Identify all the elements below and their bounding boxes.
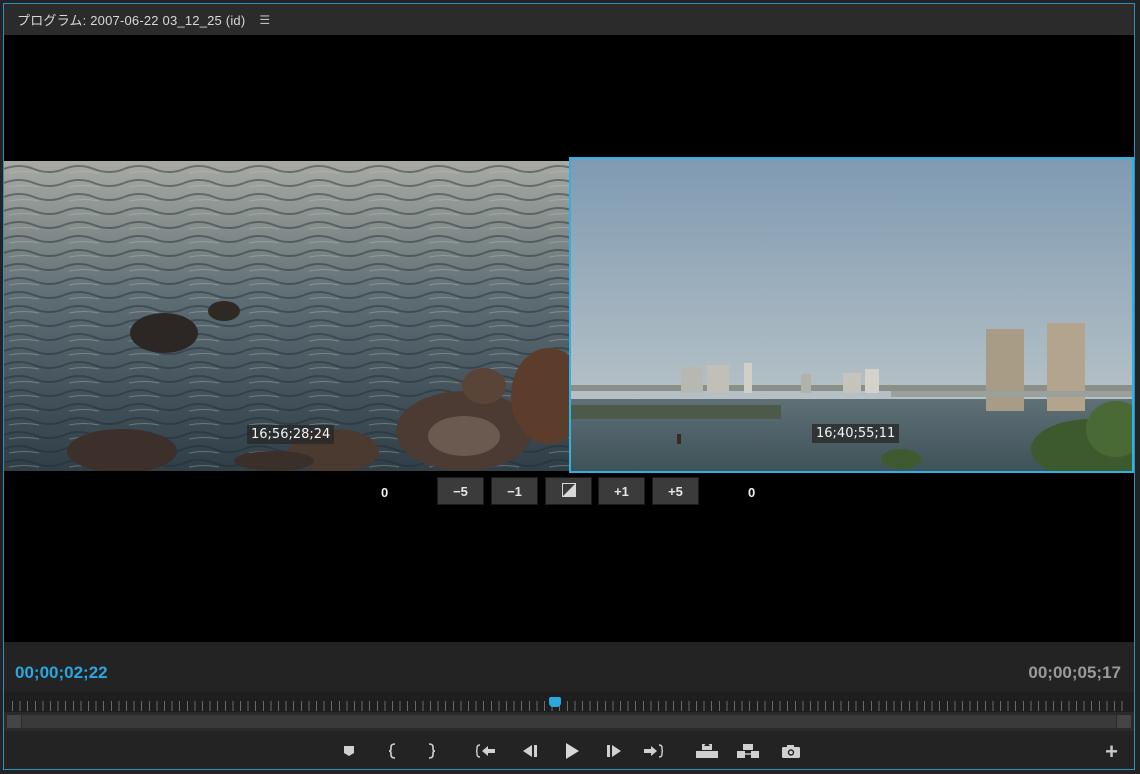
extract-icon — [737, 744, 759, 758]
lift-icon — [696, 743, 718, 758]
incoming-clip-frame[interactable]: 16;40;55;11 — [569, 157, 1134, 473]
ruler-ticks — [12, 701, 1126, 711]
add-marker-icon — [344, 746, 354, 756]
video-monitor: 16;56;28;24 16;40;55;11 0 −5 −1 +1 +5 0 — [4, 35, 1134, 642]
export-frame-icon — [782, 744, 800, 758]
outgoing-clip-frame[interactable]: 16;56;28;24 — [4, 161, 569, 471]
mark-in-icon — [388, 743, 396, 759]
hamburger-menu-icon[interactable]: ☰ — [259, 13, 270, 27]
step-back-icon — [523, 745, 537, 757]
trim-mode-button[interactable] — [545, 477, 592, 505]
play-button[interactable] — [561, 741, 583, 761]
add-marker-button[interactable] — [338, 741, 360, 761]
mark-out-button[interactable] — [420, 741, 442, 761]
go-to-in-button[interactable] — [475, 741, 497, 761]
trim-forward-one-button[interactable]: +1 — [598, 477, 645, 505]
button-editor-add-button[interactable]: + — [1105, 739, 1118, 765]
time-ruler[interactable] — [4, 692, 1134, 712]
trim-back-one-button[interactable]: −1 — [491, 477, 538, 505]
panel-titlebar: プログラム: 2007-06-22 03_12_25 (id) ☰ — [4, 4, 1134, 35]
current-timecode[interactable]: 00;00;02;22 — [15, 663, 108, 683]
mark-out-icon — [428, 743, 436, 759]
incoming-clip-timecode: 16;40;55;11 — [812, 424, 900, 443]
zoom-scrollbar[interactable] — [4, 712, 1134, 731]
program-monitor-panel: プログラム: 2007-06-22 03_12_25 (id) ☰ 16;56;… — [3, 3, 1135, 770]
transport-controls: + — [4, 735, 1134, 767]
go-to-in-icon — [476, 744, 495, 758]
incoming-trim-offset: 0 — [748, 485, 756, 500]
step-back-button[interactable] — [519, 741, 541, 761]
timecode-bar: 00;00;02;22 00;00;05;17 — [4, 642, 1134, 692]
duration-timecode: 00;00;05;17 — [1028, 663, 1121, 682]
step-forward-button[interactable] — [603, 741, 625, 761]
lift-button[interactable] — [694, 741, 720, 761]
scrollbar-track[interactable] — [22, 715, 1116, 728]
play-icon — [566, 743, 579, 759]
go-to-out-button[interactable] — [642, 741, 664, 761]
extract-button[interactable] — [735, 741, 761, 761]
outgoing-clip-timecode: 16;56;28;24 — [247, 425, 335, 444]
export-frame-button[interactable] — [779, 741, 803, 761]
playhead-handle[interactable] — [548, 697, 561, 707]
outgoing-trim-offset: 0 — [381, 485, 389, 500]
go-to-out-icon — [644, 744, 663, 758]
scrollbar-left-handle[interactable] — [7, 715, 21, 728]
trim-forward-five-button[interactable]: +5 — [652, 477, 699, 505]
panel-title: プログラム: 2007-06-22 03_12_25 (id) — [17, 13, 246, 28]
trim-mode-icon — [561, 482, 576, 500]
trim-back-five-button[interactable]: −5 — [437, 477, 484, 505]
mark-in-button[interactable] — [382, 741, 404, 761]
step-forward-icon — [607, 745, 621, 757]
trim-controls: 0 −5 −1 +1 +5 0 — [4, 477, 1134, 507]
scrollbar-right-handle[interactable] — [1117, 715, 1131, 728]
